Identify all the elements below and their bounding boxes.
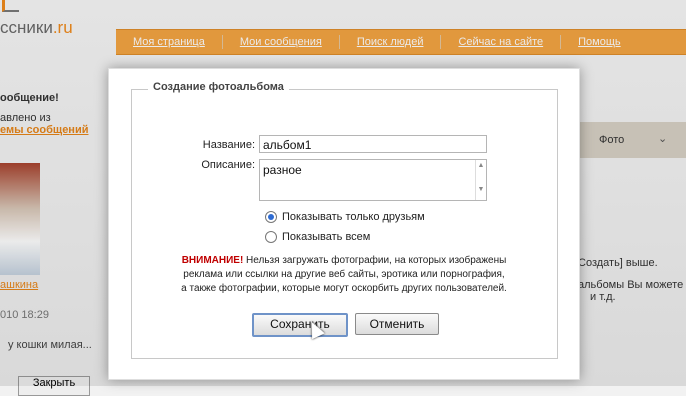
warning-prefix: ВНИМАНИЕ!: [181, 255, 244, 266]
radio-friends-only[interactable]: Показывать только друзьям: [265, 211, 425, 223]
radio-everyone-label: Показывать всем: [282, 231, 371, 243]
textarea-scrollbar[interactable]: ▲ ▼: [475, 160, 486, 200]
name-label: Название:: [202, 139, 255, 151]
radio-friends-label: Показывать только друзьям: [282, 211, 425, 223]
cancel-button[interactable]: Отменить: [355, 313, 439, 335]
description-label: Описание:: [201, 159, 255, 171]
upload-warning: ВНИМАНИЕ! Нельзя загружать фотографии, н…: [139, 254, 549, 296]
radio-button[interactable]: [265, 231, 277, 243]
radio-button-checked[interactable]: [265, 211, 277, 223]
warning-line-1: Нельзя загружать фотографии, на которых …: [243, 255, 507, 266]
create-album-dialog: Создание фотоальбома Название: альбом1 О…: [108, 68, 580, 380]
album-name-input[interactable]: альбом1: [259, 135, 487, 153]
warning-line-2: реклама или ссылки на другие веб сайты, …: [183, 269, 505, 280]
radio-everyone[interactable]: Показывать всем: [265, 231, 370, 243]
warning-line-3: а также фотографии, которые могут оскорб…: [181, 283, 507, 294]
album-description-textarea[interactable]: разное ▲ ▼: [259, 159, 487, 201]
description-value: разное: [263, 163, 302, 177]
dialog-title: Создание фотоальбома: [148, 81, 289, 93]
save-button[interactable]: Сохранить: [252, 313, 348, 337]
